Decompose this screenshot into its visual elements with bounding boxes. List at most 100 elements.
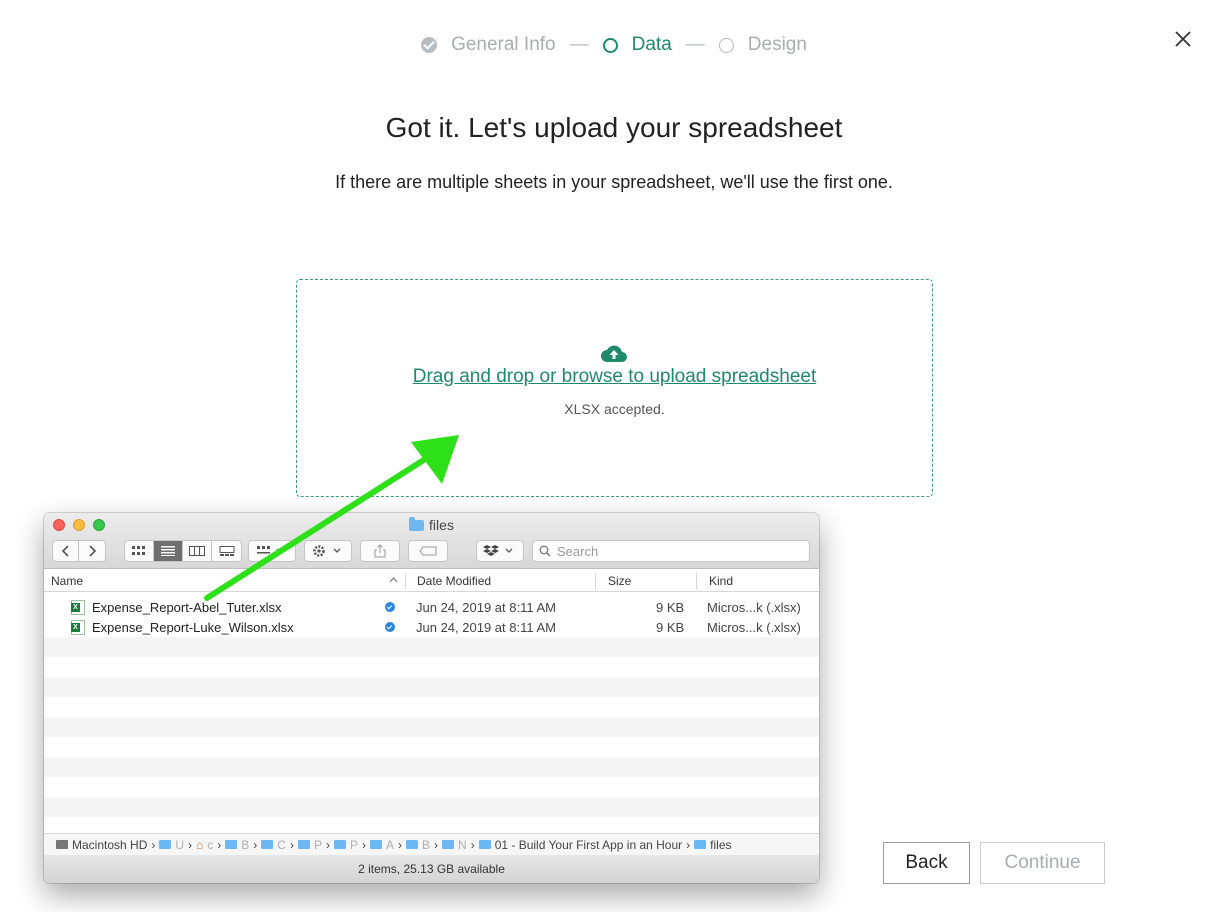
path-bar: Macintosh HD › U › ⌂ c › B › C › P › P › A › B › … [44,833,819,855]
file-kind: Micros...k (.xlsx) [707,600,801,615]
path-item[interactable]: P [333,838,358,852]
file-name: Expense_Report-Abel_Tuter.xlsx [92,600,282,615]
dropbox-button[interactable] [476,540,524,562]
columns-icon [189,546,205,556]
view-mode-selector [124,540,242,562]
search-placeholder: Search [557,543,599,559]
step-separator: — [685,34,705,55]
folder-icon [370,840,382,849]
folder-icon [409,517,425,531]
upload-dropzone[interactable]: Drag and drop or browse to upload spread… [296,279,933,497]
step-design: Design [718,34,807,56]
dropbox-icon [483,545,513,556]
folder-icon [406,840,419,849]
synced-check-icon [385,602,395,612]
column-header-size[interactable]: Size [608,574,631,588]
close-button[interactable] [1172,28,1194,50]
path-item[interactable]: ⌂ c [196,838,213,852]
grid-icon [132,546,145,555]
nav-buttons [52,540,106,562]
group-icon [257,546,284,554]
excel-file-icon [71,620,85,635]
file-size: 9 KB [656,620,685,635]
step-general-info: General Info [421,34,556,56]
path-item[interactable]: A [370,838,394,852]
cloud-upload-icon [601,345,627,362]
gear-icon [313,545,341,557]
folder-icon [442,840,455,849]
folder-icon [159,840,172,849]
step-label: General Info [451,34,556,55]
file-kind: Micros...k (.xlsx) [707,620,801,635]
chevron-left-icon [61,545,69,557]
path-item-root[interactable]: Macintosh HD [56,838,147,852]
file-list: Expense_Report-Abel_Tuter.xlsx Jun 24, 2… [44,597,819,837]
share-icon [374,544,386,558]
step-separator: — [569,34,589,55]
share-button[interactable] [360,540,400,562]
column-header-date[interactable]: Date Modified [417,574,491,588]
file-row[interactable]: Expense_Report-Luke_Wilson.xlsx Jun 24, … [44,617,819,637]
path-item[interactable]: C [261,838,286,852]
home-icon: ⌂ [196,837,204,852]
folder-icon [694,840,707,849]
window-title: files [44,517,819,533]
accepted-format-note: XLSX accepted. [564,401,665,417]
path-item[interactable]: 01 - Build Your First App in an Hour [478,838,682,852]
continue-button[interactable]: Continue [980,842,1105,884]
browse-upload-link[interactable]: Drag and drop or browse to upload spread… [297,366,932,388]
tags-button[interactable] [408,540,448,562]
tag-icon [419,546,437,556]
folder-icon [297,840,310,849]
circle-icon [602,37,618,53]
finder-window: files Search Name Date Modified Size Kin… [44,513,819,883]
folder-icon [333,840,346,849]
column-header-name[interactable]: Name [51,574,83,588]
hard-drive-icon [56,840,68,849]
search-icon [539,545,551,557]
file-name: Expense_Report-Luke_Wilson.xlsx [92,620,294,635]
chevron-right-icon [89,545,97,557]
back-nav-button[interactable] [53,541,79,561]
back-button[interactable]: Back [883,842,970,884]
file-size: 9 KB [656,600,685,615]
path-item[interactable]: N [442,838,467,852]
finder-toolbar: files Search [44,513,819,569]
path-item[interactable]: B [406,838,430,852]
list-view-button[interactable] [154,541,183,561]
step-data: Data [602,34,672,56]
file-row[interactable]: Expense_Report-Abel_Tuter.xlsx Jun 24, 2… [44,597,819,617]
check-circle-icon [421,37,438,53]
gallery-view-button[interactable] [212,541,241,561]
path-item[interactable]: P [297,838,322,852]
step-label: Data [631,34,672,55]
column-header-kind[interactable]: Kind [709,574,733,588]
sort-ascending-icon [389,577,398,583]
page-subtitle: If there are multiple sheets in your spr… [335,172,893,192]
path-item[interactable]: B [225,838,249,852]
file-date: Jun 24, 2019 at 8:11 AM [416,600,556,615]
step-label: Design [747,34,807,55]
column-view-button[interactable] [183,541,212,561]
group-by-button[interactable] [248,540,296,562]
file-list-header: Name Date Modified Size Kind [44,570,819,592]
page-title: Got it. Let's upload your spreadsheet [385,112,843,143]
path-item[interactable]: U [159,838,184,852]
search-field[interactable]: Search [532,540,810,562]
action-menu-button[interactable] [304,540,352,562]
icon-view-button[interactable] [125,541,154,561]
excel-file-icon [71,600,85,615]
window-title-text: files [429,517,454,533]
folder-icon [225,840,238,849]
list-icon [161,546,175,556]
synced-check-icon [385,622,395,632]
progress-stepper: General Info — Data — Design [0,34,1228,56]
folder-icon [478,840,491,849]
gallery-icon [219,546,234,556]
folder-icon [261,840,274,849]
circle-icon [718,37,734,53]
close-icon [1175,31,1191,47]
status-bar: 2 items, 25.13 GB available [44,855,819,883]
path-item-current[interactable]: files [694,838,732,852]
forward-nav-button[interactable] [79,541,105,561]
